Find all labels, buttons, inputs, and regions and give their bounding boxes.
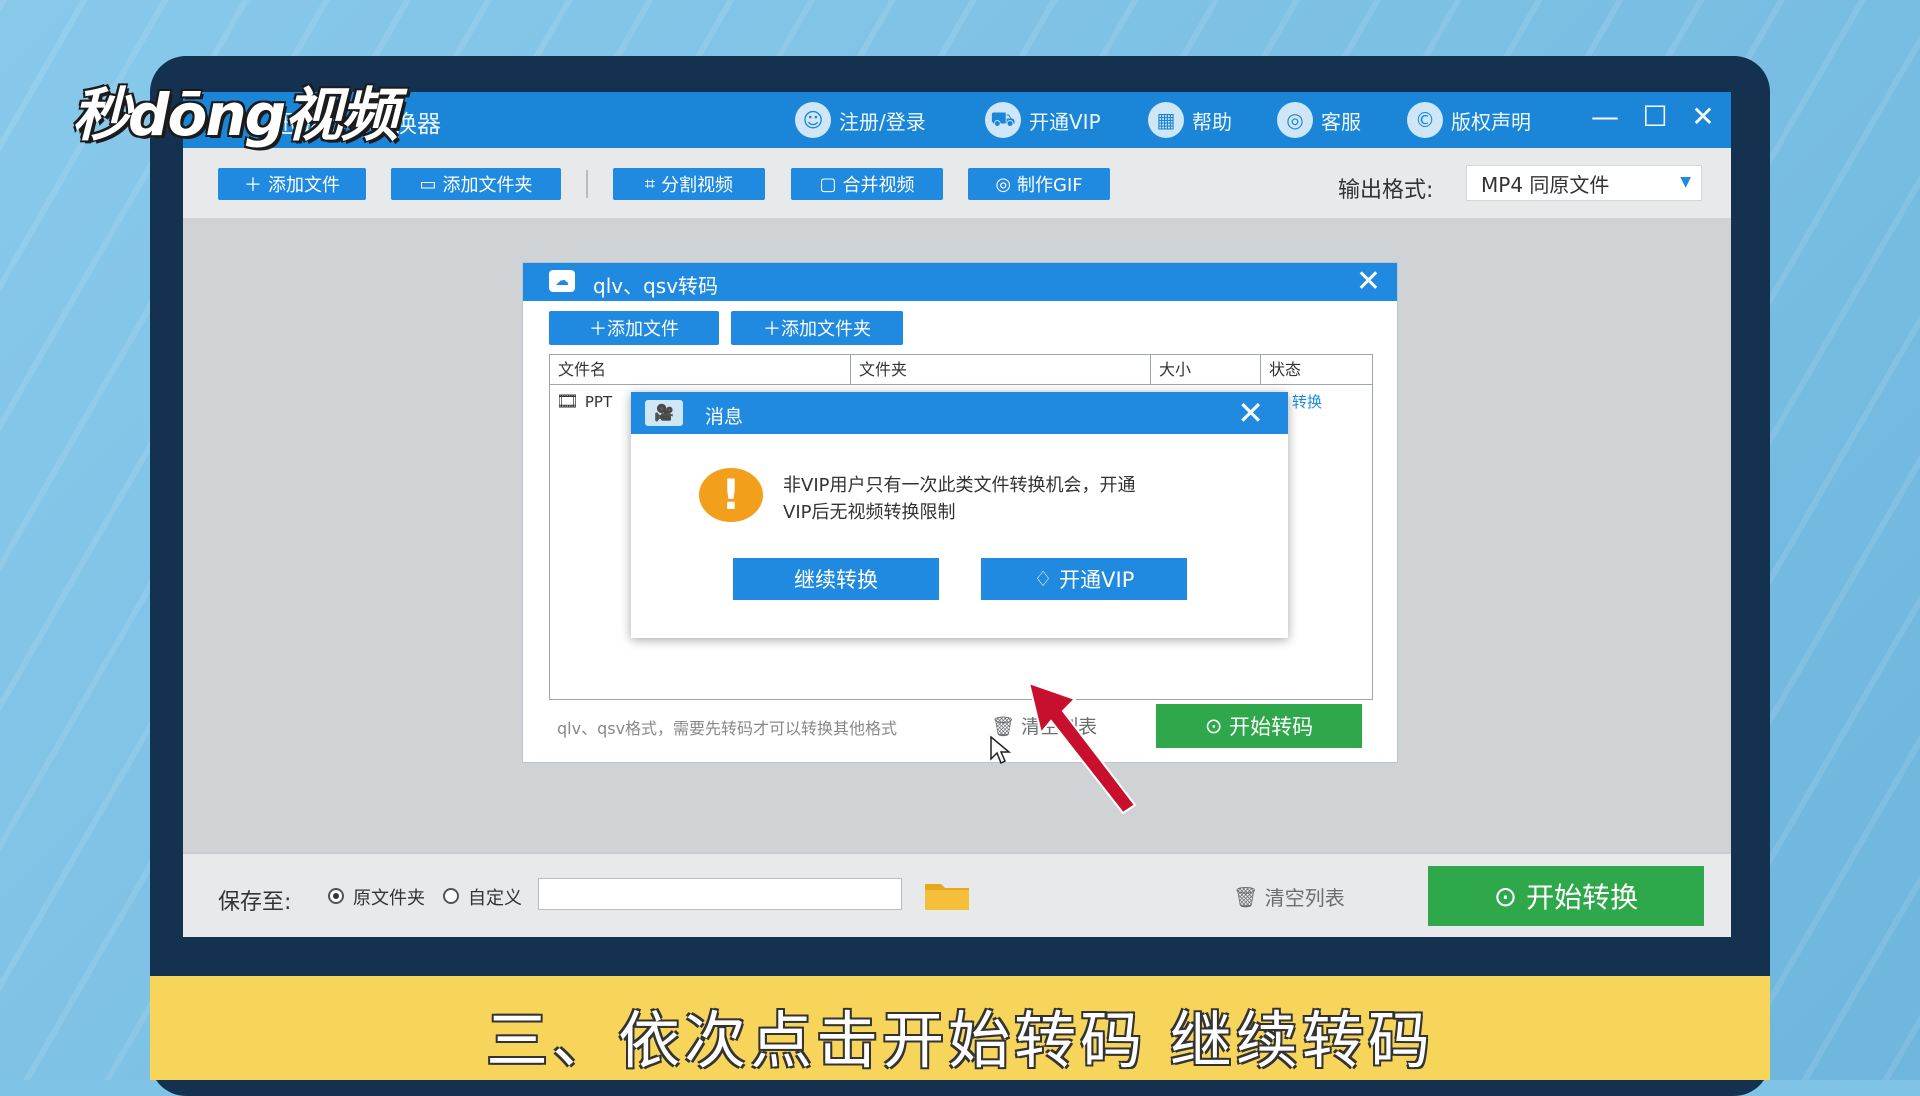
watermark-logo: 秒dōng视频 (72, 81, 398, 149)
toolbar: ＋ 添加文件 ▭ 添加文件夹 ⌗ 分割视频 ▢ 合并视频 ◎ 制作GIF 输出格式: MP… (183, 148, 1731, 218)
folder-icon[interactable] (923, 878, 971, 912)
open-vip-label: 开通VIP (1059, 568, 1135, 592)
plus-icon: ＋ (763, 319, 781, 340)
dialog-add-file-label: 添加文件 (607, 319, 679, 340)
radio-original-folder[interactable] (328, 888, 344, 904)
make-gif-button[interactable]: ◎ 制作GIF (968, 168, 1110, 200)
diamond-icon: ♢ (1033, 567, 1060, 591)
crop-icon: ⌗ (644, 173, 656, 195)
red-pointer-arrow-icon (1027, 681, 1137, 815)
bottom-bar: 保存至: 原文件夹 自定义 🗑 清空列表 ⊙ 开始转换 (183, 852, 1731, 937)
help-label: 帮助 (1192, 109, 1232, 134)
plus-icon: ＋ (589, 319, 607, 340)
output-format-value: MP4 同原文件 (1481, 172, 1610, 197)
save-path-input[interactable] (538, 878, 902, 910)
original-folder-label: 原文件夹 (353, 888, 425, 909)
service-label: 客服 (1321, 109, 1361, 134)
table-row[interactable]: 🎞 PPT (556, 391, 612, 412)
copyright-icon: © (1407, 102, 1443, 138)
row-filename: PPT (584, 392, 613, 411)
headset-icon: ◎ (1277, 102, 1313, 138)
output-format-select[interactable]: MP4 同原文件 ▼ (1466, 165, 1702, 201)
film-icon: 🎞 (556, 391, 579, 412)
clear-list-button[interactable]: 🗑 清空列表 (1233, 882, 1345, 911)
start-convert-label: 开始转换 (1526, 881, 1639, 914)
message-title: 消息 (705, 406, 744, 428)
start-transcode-label: 开始转码 (1229, 715, 1314, 739)
plus-icon: ＋ (244, 175, 262, 196)
vip-label: 开通VIP (1029, 109, 1101, 134)
play-icon: ⊙ (1493, 879, 1527, 913)
message-text: 非VIP用户只有一次此类文件转换机会，开通 VIP后无视频转换限制 (783, 472, 1253, 526)
dialog-add-folder-button[interactable]: ＋ 添加文件夹 (731, 311, 903, 345)
service-menu[interactable]: ◎ 客服 (1277, 102, 1361, 138)
close-icon[interactable]: ✕ (1237, 394, 1264, 432)
add-file-label: 添加文件 (268, 175, 340, 196)
column-header-folder[interactable]: 文件夹 (851, 355, 1151, 385)
save-to-label: 保存至: (218, 890, 292, 915)
help-menu[interactable]: ▦ 帮助 (1148, 102, 1232, 138)
output-format-label: 输出格式: (1338, 178, 1434, 203)
trash-icon: 🗑 (1233, 884, 1265, 909)
app-window: 迅捷视频转换器 ☺ 注册/登录 ⛟ 开通VIP ▦ 帮助 ◎ 客服 © 版权声明… (183, 92, 1731, 937)
play-icon: ⊙ (1204, 714, 1230, 738)
column-header-size[interactable]: 大小 (1151, 355, 1261, 385)
qlv-dialog-title: qlv、qsv转码 (593, 274, 719, 298)
column-header-status[interactable]: 状态 (1261, 355, 1372, 385)
caption-bar: 三、依次点击开始转码 继续转码 (150, 976, 1770, 1080)
close-icon[interactable]: ✕ (1356, 264, 1381, 299)
custom-label: 自定义 (468, 888, 522, 909)
continue-convert-button[interactable]: 继续转换 (733, 558, 939, 600)
add-folder-label: 添加文件夹 (442, 175, 533, 196)
cloud-icon: ☁ (549, 270, 575, 292)
radio-custom[interactable] (443, 888, 459, 904)
message-line-2: VIP后无视频转换限制 (783, 502, 956, 523)
copyright-menu[interactable]: © 版权声明 (1407, 102, 1531, 138)
dialog-add-file-button[interactable]: ＋ 添加文件 (549, 311, 719, 345)
start-convert-button[interactable]: ⊙ 开始转换 (1428, 866, 1704, 926)
add-folder-button[interactable]: ▭ 添加文件夹 (391, 168, 561, 200)
message-titlebar: 🎥 消息 ✕ (631, 392, 1288, 434)
split-video-button[interactable]: ⌗ 分割视频 (613, 168, 765, 200)
message-line-1: 非VIP用户只有一次此类文件转换机会，开通 (783, 475, 1136, 496)
column-header-filename[interactable]: 文件名 (550, 355, 851, 385)
make-gif-label: 制作GIF (1017, 175, 1083, 196)
add-file-button[interactable]: ＋ 添加文件 (218, 168, 366, 200)
toolbar-divider (586, 170, 588, 198)
vip-menu[interactable]: ⛟ 开通VIP (985, 102, 1101, 138)
row-status-link[interactable]: 转换 (1292, 391, 1322, 412)
clear-list-label: 清空列表 (1264, 886, 1345, 910)
maximize-icon[interactable]: ☐ (1635, 100, 1675, 133)
warning-icon: ! (699, 468, 763, 522)
login-menu[interactable]: ☺ 注册/登录 (795, 102, 926, 138)
camera-icon: 🎥 (645, 400, 683, 426)
open-vip-button[interactable]: ♢ 开通VIP (981, 558, 1187, 600)
copyright-label: 版权声明 (1451, 109, 1531, 134)
merge-video-button[interactable]: ▢ 合并视频 (791, 168, 943, 200)
cart-icon: ⛟ (985, 102, 1021, 138)
login-label: 注册/登录 (839, 109, 926, 134)
message-dialog: 🎥 消息 ✕ ! 非VIP用户只有一次此类文件转换机会，开通 VIP后无视频转换… (631, 392, 1288, 638)
grid-icon: ▦ (1148, 102, 1184, 138)
gif-icon: ◎ (995, 173, 1012, 195)
format-hint: qlv、qsv格式，需要先转码才可以转换其他格式 (557, 719, 898, 738)
merge-video-label: 合并视频 (842, 175, 915, 196)
user-icon: ☺ (795, 102, 831, 138)
mouse-cursor-icon (990, 735, 1012, 765)
qlv-dialog-titlebar: ☁ qlv、qsv转码 ✕ (523, 263, 1397, 301)
merge-icon: ▢ (819, 173, 837, 195)
split-video-label: 分割视频 (661, 175, 734, 196)
close-icon[interactable]: ✕ (1683, 100, 1723, 133)
caption-text: 三、依次点击开始转码 继续转码 (486, 1004, 1434, 1077)
title-bar: 迅捷视频转换器 ☺ 注册/登录 ⛟ 开通VIP ▦ 帮助 ◎ 客服 © 版权声明… (183, 92, 1731, 148)
start-transcode-button[interactable]: ⊙ 开始转码 (1156, 704, 1362, 748)
minimize-icon[interactable]: — (1585, 100, 1625, 133)
chevron-down-icon: ▼ (1680, 174, 1691, 190)
dialog-add-folder-label: 添加文件夹 (781, 319, 871, 340)
folder-outline-icon: ▭ (419, 173, 437, 195)
